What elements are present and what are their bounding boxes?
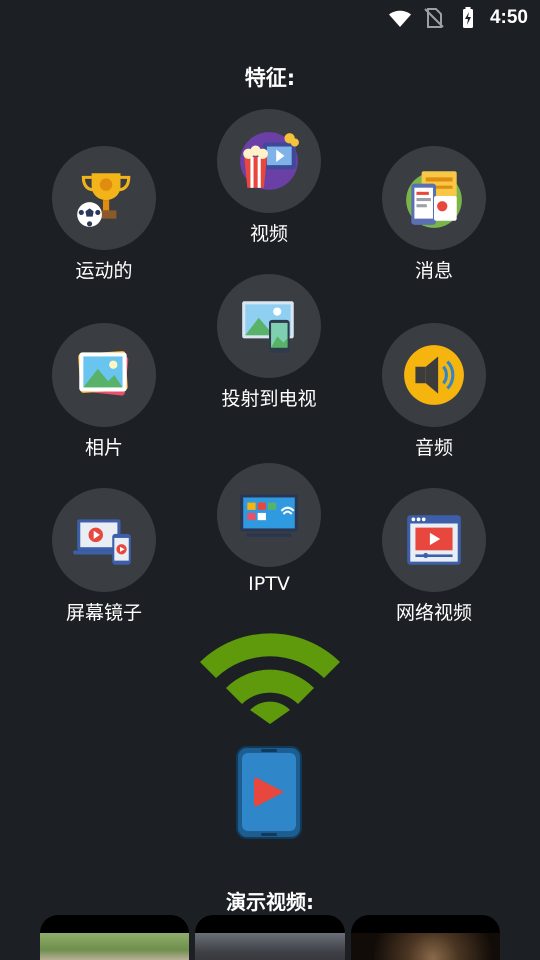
battery-charging-icon — [462, 7, 473, 28]
no-sim-icon — [424, 8, 444, 28]
messages-icon — [406, 171, 462, 228]
feature-cast-to-tv-button[interactable] — [217, 274, 321, 378]
demo-video-thumbnail-1[interactable] — [40, 915, 190, 960]
iptv-icon — [240, 494, 298, 537]
cast-to-tv-icon — [242, 301, 294, 353]
feature-video-button[interactable] — [217, 109, 321, 213]
features-title: 特征: — [244, 66, 296, 90]
feature-video-label: 视频 — [249, 223, 288, 245]
web-video-icon — [407, 515, 461, 565]
photos-icon — [78, 350, 129, 396]
feature-sports[interactable]: 运动的 — [19, 146, 189, 283]
feature-audio-button[interactable] — [382, 323, 486, 427]
feature-web-video[interactable]: 网络视频 — [349, 488, 519, 625]
feature-iptv[interactable]: IPTV — [184, 463, 354, 595]
phone-play-icon — [236, 746, 302, 839]
demo-video-list — [40, 915, 500, 960]
status-time: 4:50 — [489, 7, 528, 28]
screen-mirror-icon — [73, 519, 131, 565]
feature-cast-to-tv[interactable]: 投射到电视 — [184, 274, 354, 411]
feature-web-video-label: 网络视频 — [395, 602, 472, 624]
demo-title: 演示视频: — [226, 890, 314, 914]
feature-messages-button[interactable] — [382, 146, 486, 250]
feature-iptv-label: IPTV — [248, 573, 290, 595]
feature-audio[interactable]: 音频 — [349, 323, 519, 460]
feature-screen-mirror-label: 屏幕镜子 — [65, 602, 142, 624]
sports-trophy-icon — [77, 173, 131, 227]
feature-messages-label: 消息 — [414, 260, 453, 282]
demo-video-thumbnail-3[interactable] — [350, 915, 500, 960]
feature-sports-button[interactable] — [52, 146, 156, 250]
feature-iptv-button[interactable] — [217, 463, 321, 567]
feature-video[interactable]: 视频 — [184, 109, 354, 246]
audio-speaker-icon — [404, 345, 464, 405]
feature-audio-label: 音频 — [414, 437, 453, 459]
demo-video-thumbnail-2[interactable] — [195, 915, 345, 960]
feature-cast-to-tv-label: 投射到电视 — [221, 388, 317, 410]
feature-sports-label: 运动的 — [75, 260, 133, 282]
feature-photos-button[interactable] — [52, 323, 156, 427]
feature-messages[interactable]: 消息 — [349, 146, 519, 283]
wifi-icon — [388, 10, 411, 27]
wifi-signal-icon — [200, 633, 340, 724]
video-popcorn-icon — [240, 132, 299, 190]
status-bar: 4:50 — [0, 0, 540, 36]
feature-photos[interactable]: 相片 — [19, 323, 189, 460]
feature-web-video-button[interactable] — [382, 488, 486, 592]
feature-screen-mirror-button[interactable] — [52, 488, 156, 592]
feature-photos-label: 相片 — [84, 437, 123, 459]
feature-screen-mirror[interactable]: 屏幕镜子 — [19, 488, 189, 625]
